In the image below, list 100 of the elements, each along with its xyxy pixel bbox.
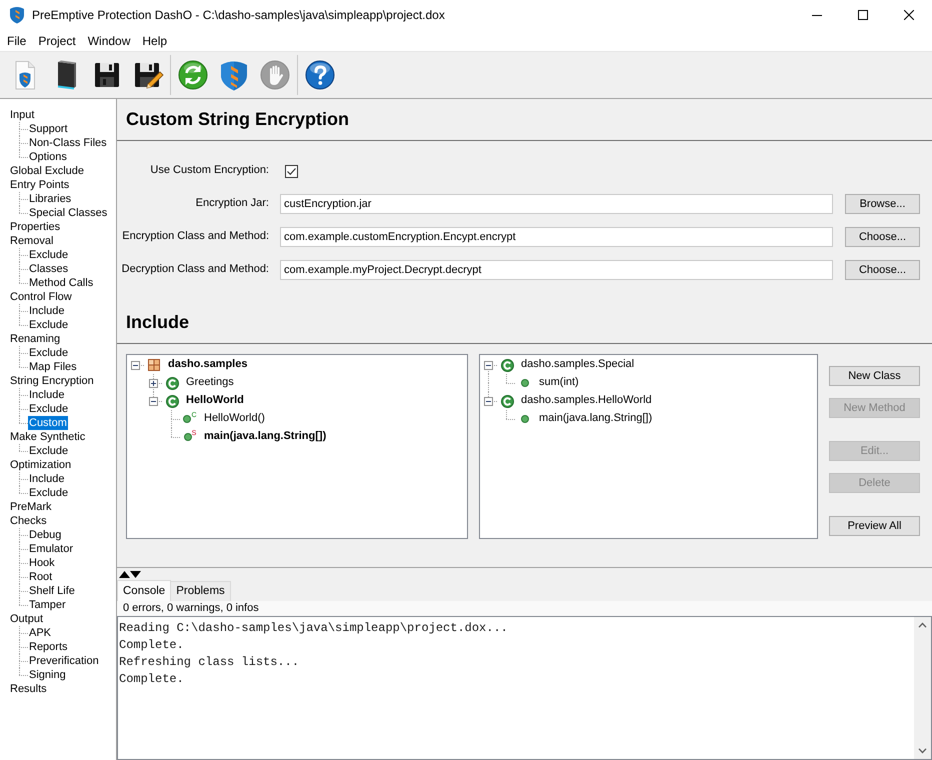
tree-item[interactable]: dasho.samples.Special [521, 358, 634, 372]
sidebar-item[interactable]: Removal [9, 234, 54, 248]
tree-item[interactable]: main(java.lang.String[]) [204, 430, 326, 444]
sidebar-item[interactable]: Optimization [9, 458, 72, 472]
menu-item[interactable]: Window [82, 30, 136, 50]
sidebar-item[interactable]: Include [28, 304, 66, 318]
tab[interactable]: Problems [170, 581, 231, 601]
page-heading: Custom String Encryption [126, 108, 350, 130]
circular-arrows-icon[interactable] [176, 59, 208, 91]
menu-item[interactable]: File [1, 30, 32, 50]
checkbox[interactable] [285, 164, 298, 178]
sidebar-item[interactable]: Support [28, 122, 69, 136]
sidebar-item[interactable]: Special Classes [28, 206, 108, 220]
sidebar-item[interactable]: Root [28, 570, 54, 584]
menu-item[interactable]: Help [136, 30, 174, 50]
tree-item[interactable]: dasho.samples.HelloWorld [521, 394, 652, 408]
down-triangle-icon[interactable] [130, 570, 141, 578]
action-button[interactable]: New Class [829, 366, 920, 386]
section-heading: Include [126, 312, 190, 334]
sidebar-item[interactable]: Exclude [28, 346, 70, 360]
up-triangle-icon[interactable] [119, 570, 130, 578]
chevron-up-icon[interactable] [918, 622, 927, 628]
field-action-button[interactable]: Choose... [845, 227, 920, 247]
sidebar-item[interactable]: Exclude [28, 444, 70, 458]
sidebar-item[interactable]: Libraries [28, 192, 72, 206]
sidebar-item[interactable]: Non-Class Files [28, 136, 108, 150]
sidebar-item[interactable]: Shelf Life [28, 584, 76, 598]
help-icon[interactable] [304, 59, 336, 91]
sidebar-item[interactable]: Exclude [28, 402, 70, 416]
sidebar-item[interactable]: Classes [28, 262, 70, 276]
class-icon [166, 394, 178, 408]
sidebar-item[interactable]: Input [9, 108, 36, 122]
sidebar-item[interactable]: Exclude [28, 318, 70, 332]
sidebar-item[interactable]: PreMark [9, 500, 53, 514]
console-line: Complete. [119, 671, 185, 688]
sidebar-item[interactable]: Method Calls [28, 276, 94, 290]
class-icon [166, 376, 178, 390]
shield-icon [9, 6, 25, 24]
tree-item[interactable]: HelloWorld() [204, 412, 265, 426]
tree-item[interactable]: HelloWorld [186, 394, 244, 408]
sidebar-item[interactable]: Options [28, 150, 68, 164]
input-field[interactable]: custEncryption.jar [280, 194, 833, 214]
sidebar-item[interactable]: APK [28, 626, 52, 640]
input-field[interactable]: com.example.customEncryption.Encypt.encrypt [280, 227, 833, 247]
minus-box-icon[interactable] [149, 396, 158, 406]
sidebar-item[interactable]: Renaming [9, 332, 62, 346]
sidebar-item[interactable]: Debug [28, 528, 62, 542]
minus-box-icon[interactable] [484, 396, 493, 406]
minus-box-icon[interactable] [484, 360, 493, 370]
plus-box-icon[interactable] [149, 378, 158, 388]
sidebar-item[interactable]: Signing [28, 668, 67, 682]
sidebar-item[interactable]: Tamper [28, 598, 67, 612]
tree-item[interactable]: dasho.samples [168, 358, 248, 372]
sidebar-item[interactable]: Output [9, 612, 44, 626]
maximize-icon[interactable] [858, 10, 868, 20]
chevron-down-icon[interactable] [918, 748, 927, 754]
dot-icon [183, 415, 192, 423]
close-icon[interactable] [904, 10, 914, 20]
dot-icon [521, 379, 529, 387]
sidebar-item[interactable]: Control Flow [9, 290, 73, 304]
sidebar-item[interactable]: Reports [28, 640, 69, 654]
sidebar-item[interactable]: Make Synthetic [9, 430, 86, 444]
class-tree[interactable]: dasho.samples.Special sum(int) dasho.samples.HelloWorld main(java.lang.String[]) [479, 354, 818, 539]
sidebar-item[interactable]: Include [28, 472, 66, 486]
minus-box-icon[interactable] [131, 360, 140, 370]
sidebar-item[interactable]: String Encryption [9, 374, 95, 388]
field-action-button[interactable]: Choose... [845, 260, 920, 280]
window-title: PreEmptive Protection DashO - C:\dasho-samples\java\simpleapp\project.dox [32, 8, 445, 22]
sidebar-item[interactable]: Custom [28, 416, 68, 430]
tree-item[interactable]: Greetings [186, 376, 234, 390]
menu-item[interactable]: Project [32, 30, 82, 50]
field-label: Encryption Jar: [196, 197, 269, 210]
sidebar-item[interactable]: Exclude [28, 486, 70, 500]
tree-item[interactable]: main(java.lang.String[]) [539, 412, 652, 426]
field-label: Decryption Class and Method: [122, 263, 269, 276]
package-icon [148, 359, 160, 371]
sidebar-item[interactable]: Results [9, 682, 48, 696]
class-icon [500, 394, 514, 408]
sidebar-item[interactable]: Exclude [28, 248, 70, 262]
tree-item[interactable]: sum(int) [539, 376, 579, 390]
tab[interactable]: Console [117, 580, 172, 601]
console-line: Reading C:\dasho-samples\java\simpleapp\project.dox... [119, 620, 509, 637]
scrollbar[interactable] [914, 617, 931, 759]
field-label: Use Custom Encryption: [150, 164, 269, 176]
field-action-button[interactable]: Browse... [845, 194, 920, 214]
sidebar-item[interactable]: Include [28, 388, 66, 402]
sidebar-item[interactable]: Checks [9, 514, 48, 528]
dot-icon [521, 415, 529, 423]
sidebar-item[interactable]: Global Exclude [9, 164, 85, 178]
sidebar-item[interactable]: Properties [9, 220, 62, 234]
sidebar-item[interactable]: Emulator [28, 542, 74, 556]
class-icon [500, 358, 514, 372]
action-button[interactable]: Preview All [829, 516, 920, 536]
input-field[interactable]: com.example.myProject.Decrypt.decrypt [280, 260, 833, 280]
sidebar-item[interactable]: Entry Points [9, 178, 70, 192]
sidebar-item[interactable]: Preverification [28, 654, 100, 668]
summary-text: 0 errors, 0 warnings, 0 infos [117, 601, 932, 616]
sidebar-item[interactable]: Hook [28, 556, 56, 570]
console-line: Complete. [119, 637, 185, 654]
sidebar-item[interactable]: Map Files [28, 360, 78, 374]
